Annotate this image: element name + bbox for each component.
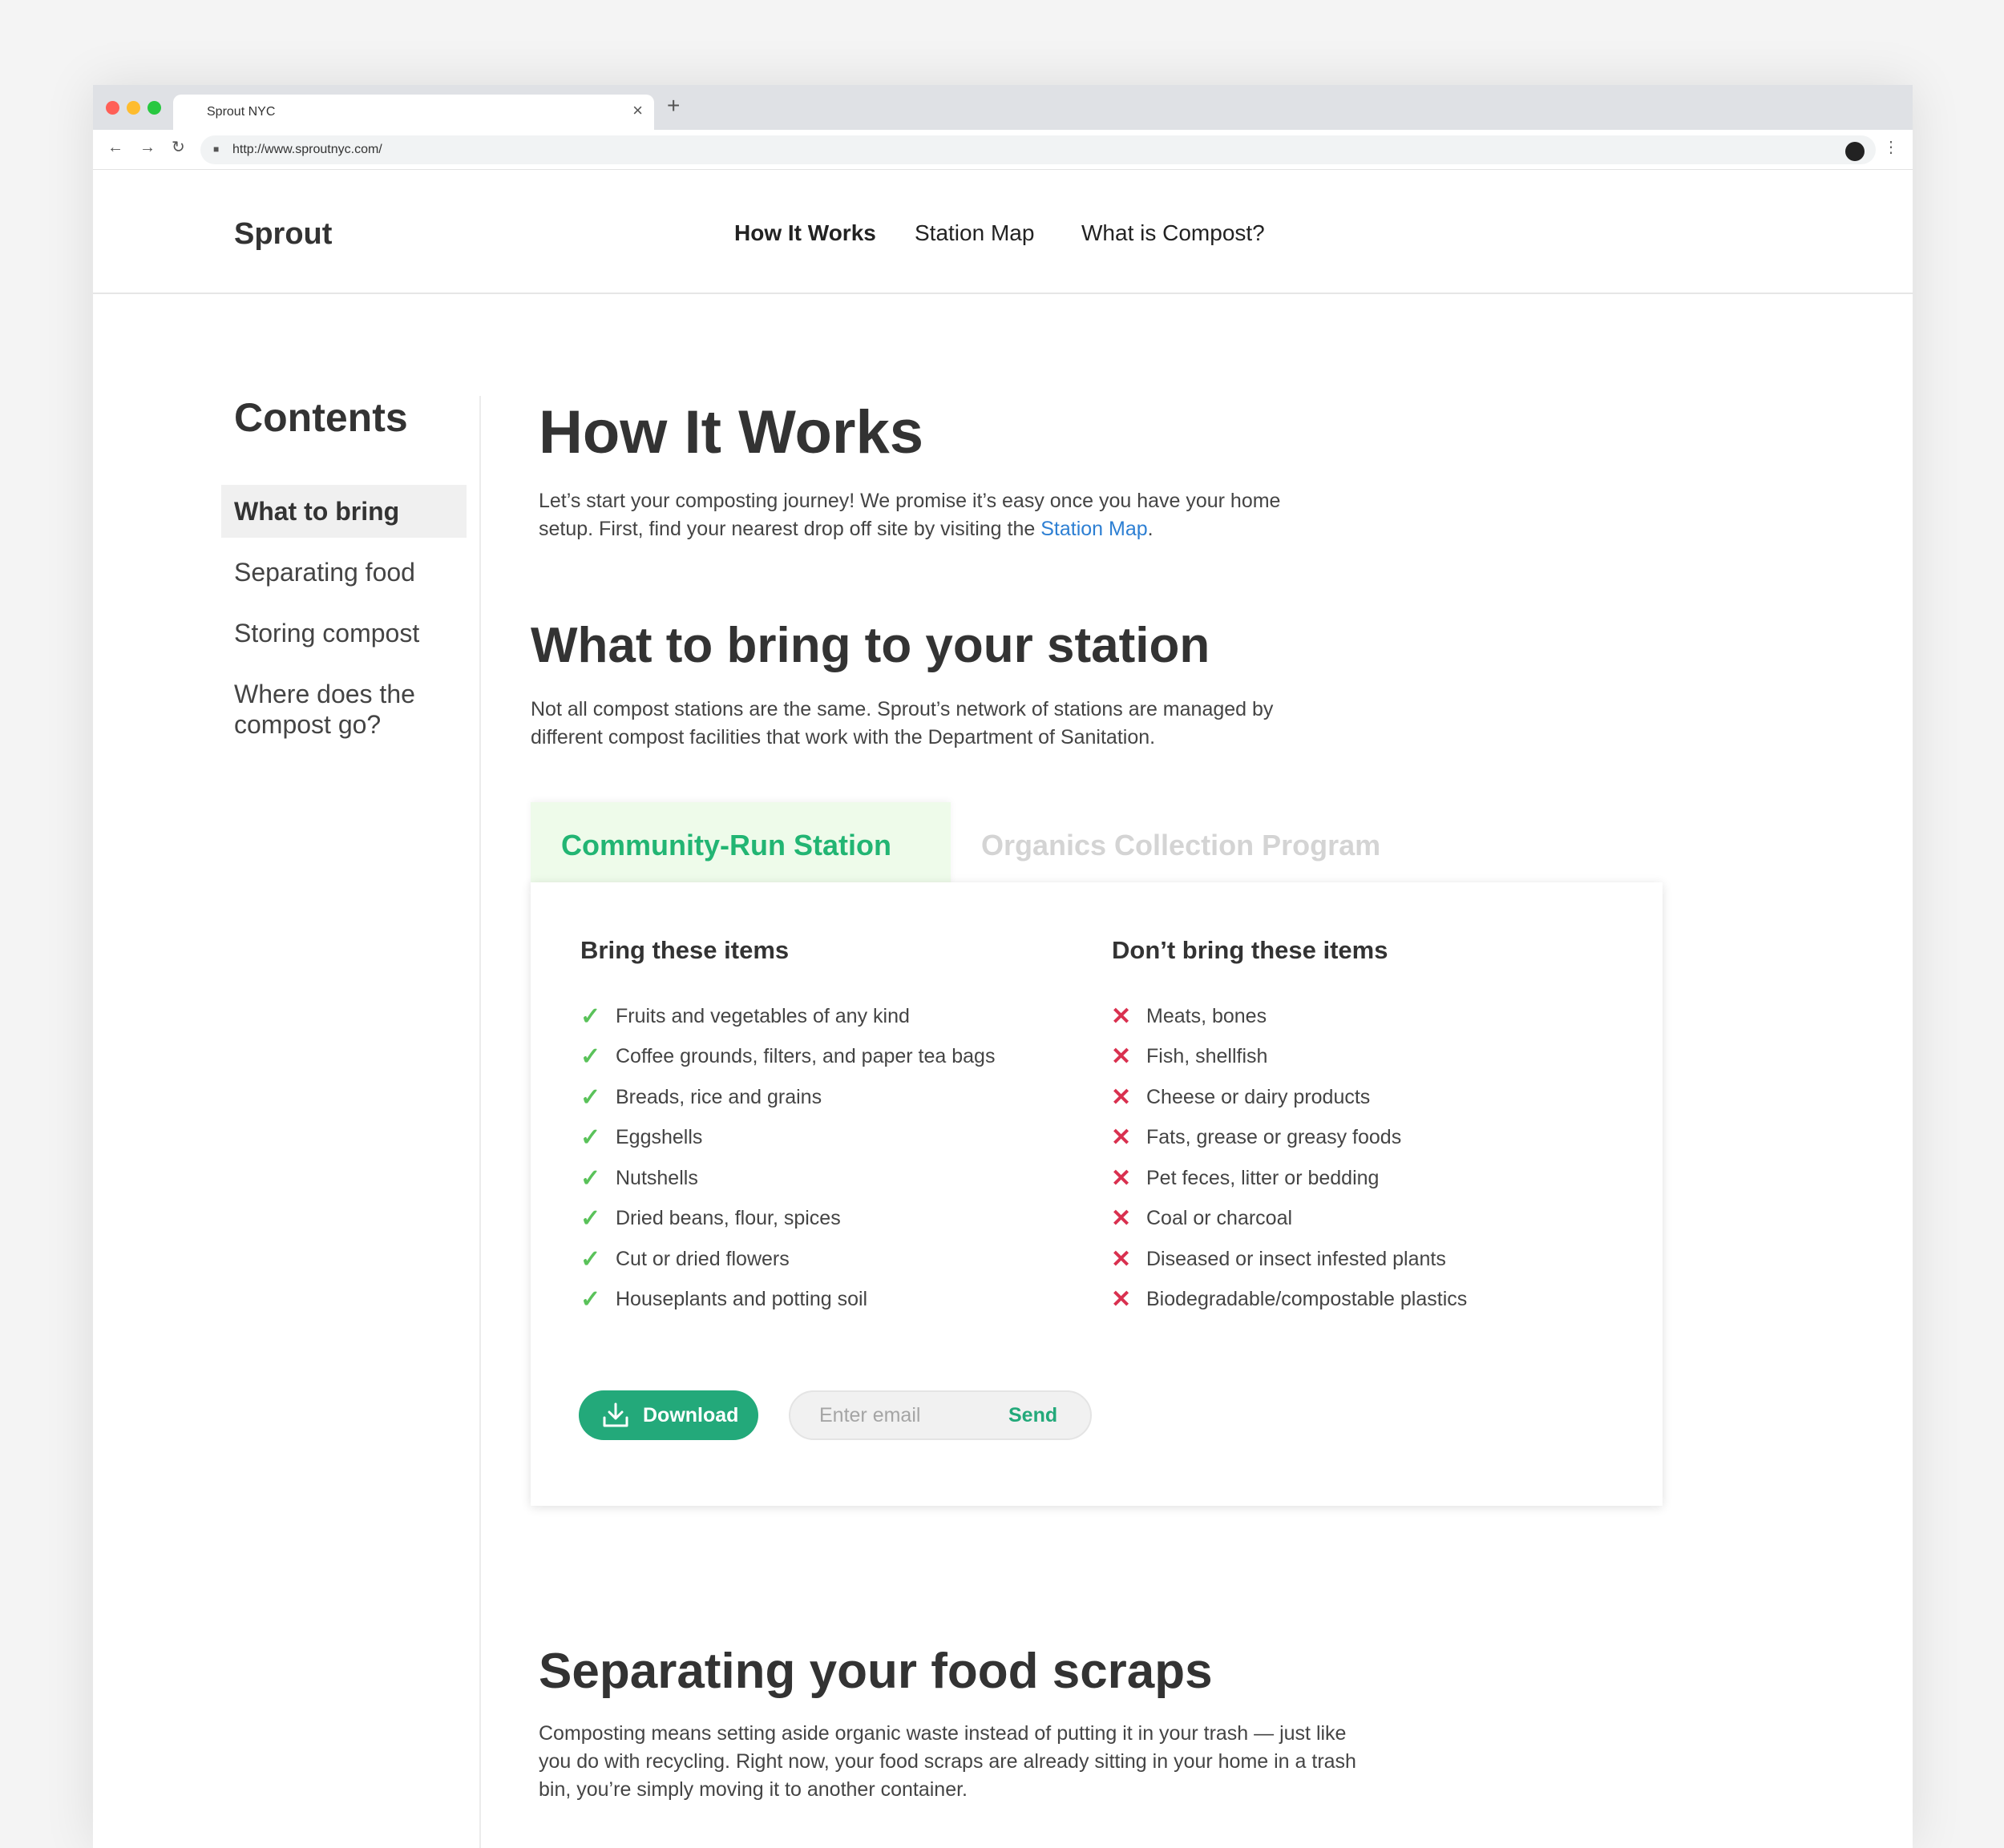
bring-item: ✓ Fruits and vegetables of any kind [580,1003,910,1030]
cross-icon: ✕ [1111,1165,1132,1192]
browser-menu-icon[interactable]: ⋮ [1883,139,1899,155]
browser-toolbar: ← → ↻ ■ http://www.sproutnyc.com/ ☆ ⋮ [93,130,1913,170]
bring-items-title: Bring these items [580,936,790,964]
site-header: Sprout How It Works Station Map What is … [93,171,1913,294]
sidebar-item-what-to-bring[interactable]: What to bring [221,485,467,539]
dont-bring-item: ✕ Diseased or insect infested plants [1111,1246,1446,1273]
bring-item: ✓ Eggshells [580,1124,703,1151]
dont-bring-item: ✕ Biodegradable/compostable plastics [1111,1286,1468,1313]
browser-tab[interactable]: Sprout NYC × [173,95,654,130]
send-button[interactable]: Send [1008,1404,1057,1427]
cross-icon: ✕ [1111,1124,1132,1151]
nav-how-it-works[interactable]: How It Works [734,220,876,246]
section-what-to-bring-text: Not all compost stations are the same. S… [531,698,1274,748]
check-icon: ✓ [580,1165,601,1192]
cross-icon: ✕ [1111,1003,1132,1030]
site-logo[interactable]: Sprout [234,217,332,252]
cross-icon: ✕ [1111,1084,1132,1111]
window-zoom-dot[interactable] [147,101,161,115]
items-card: Bring these items Don’t bring these item… [531,882,1663,1506]
sidebar-divider [479,396,481,1848]
back-arrow-icon[interactable]: ← [107,139,123,155]
forward-arrow-icon[interactable]: → [139,139,156,155]
check-icon: ✓ [580,1043,601,1070]
browser-tab-title: Sprout NYC [207,105,276,119]
nav-what-is-compost[interactable]: What is Compost? [1081,220,1265,246]
new-tab-button[interactable]: + [667,95,680,117]
bring-item: ✓ Breads, rice and grains [580,1084,822,1111]
intro-paragraph: Let’s start your composting journey! We … [539,487,1340,543]
download-icon [603,1402,628,1427]
download-button[interactable]: Download [579,1390,758,1440]
bring-item: ✓ Coffee grounds, filters, and paper tea … [580,1043,996,1070]
cross-icon: ✕ [1111,1246,1132,1273]
sidebar-item-where-compost-goes[interactable]: Where does the compost go? [221,668,467,752]
intro-text: Let’s start your composting journey! We … [539,490,1281,540]
tab-close-icon[interactable]: × [632,102,643,119]
tab-organics-collection-program[interactable]: Organics Collection Program [981,829,1380,862]
station-map-link[interactable]: Station Map [1040,518,1147,540]
tab-community-run-station-label: Community-Run Station [561,829,891,861]
bring-item: ✓ Cut or dried flowers [580,1246,790,1273]
nav-station-map[interactable]: Station Map [915,220,1034,246]
address-bar[interactable]: ■ http://www.sproutnyc.com/ ☆ [200,135,1876,164]
page-title: How It Works [539,398,923,466]
dont-bring-item: ✕ Fish, shellfish [1111,1043,1268,1070]
section-separating-text: Composting means setting aside organic w… [539,1722,1356,1801]
dont-bring-item: ✕ Pet feces, litter or bedding [1111,1165,1380,1192]
dont-bring-item: ✕ Cheese or dairy products [1111,1084,1371,1111]
browser-tabstrip: Sprout NYC × + [93,85,1913,130]
check-icon: ✓ [580,1205,601,1232]
dont-bring-item: ✕ Coal or charcoal [1111,1205,1293,1232]
check-icon: ✓ [580,1286,601,1313]
cross-icon: ✕ [1111,1205,1132,1232]
download-label: Download [643,1404,739,1426]
check-icon: ✓ [580,1246,601,1273]
dont-bring-item: ✕ Meats, bones [1111,1003,1267,1030]
check-icon: ✓ [580,1003,601,1030]
sidebar-item-separating-food[interactable]: Separating food [221,546,467,599]
check-icon: ✓ [580,1084,601,1111]
lock-icon: ■ [213,143,220,155]
reload-icon[interactable]: ↻ [172,139,185,155]
dont-bring-items-title: Don’t bring these items [1112,936,1388,964]
sidebar-title: Contents [234,395,408,440]
browser-window: Sprout NYC × + ← → ↻ ■ http://www.sprout… [93,85,1913,1848]
profile-avatar[interactable] [1845,142,1865,161]
section-separating-title: Separating your food scraps [539,1644,1213,1699]
bring-item: ✓ Dried beans, flour, spices [580,1205,841,1232]
window-minimize-dot[interactable] [127,101,140,115]
address-url: http://www.sproutnyc.com/ [232,143,382,156]
tab-community-run-station[interactable]: Community-Run Station [531,802,951,890]
cross-icon: ✕ [1111,1043,1132,1070]
sidebar-item-storing-compost[interactable]: Storing compost [221,607,467,660]
check-icon: ✓ [580,1124,601,1151]
bring-item: ✓ Nutshells [580,1165,698,1192]
email-form: Send [789,1390,1092,1440]
email-input[interactable] [818,1402,994,1429]
cross-icon: ✕ [1111,1286,1132,1313]
bring-item: ✓ Houseplants and potting soil [580,1286,868,1313]
window-close-dot[interactable] [106,101,119,115]
section-what-to-bring-title: What to bring to your station [531,618,1210,673]
dont-bring-item: ✕ Fats, grease or greasy foods [1111,1124,1402,1151]
intro-end: . [1147,518,1154,540]
